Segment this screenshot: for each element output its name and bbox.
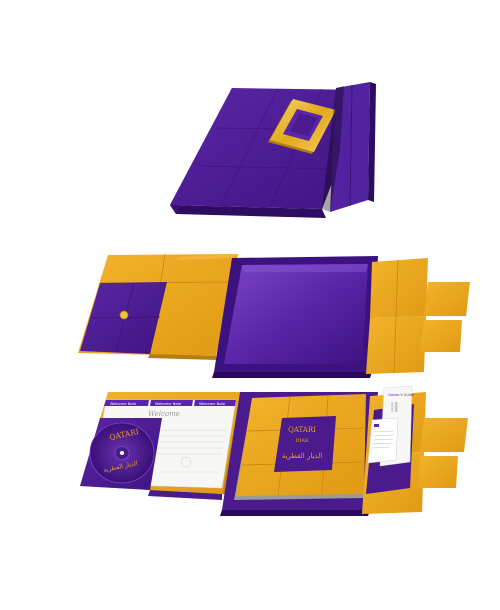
book-arabic-text: الديار القطرية [282,452,322,460]
cd-disc: QATARI الديار القطرية [89,422,155,484]
gold-seal-icon [119,310,129,320]
side-tab-upper-open [420,418,468,452]
book-emblem [274,416,336,472]
side-tab-lower-open [418,456,458,488]
booklet-tab-1-label: Welcome Note [110,402,137,406]
side-tab-upper [424,282,470,316]
closed-folder [170,82,376,218]
booklet-heading: Welcome [148,410,180,418]
booklet-tab-3-label: Welcome Note [199,402,226,406]
open-folder-contents: Welcome Note Welcome Note Welcome Note W… [80,385,468,516]
tray-lid [224,264,368,364]
open-folder-tray [78,253,470,378]
booklet-tab-2-label: Welcome Note [155,402,182,406]
product-photo-scene: Welcome Note Welcome Note Welcome Note W… [0,0,500,610]
gold-book: QATARI DIAR الديار القطرية [234,394,367,500]
side-tab-lower [420,320,462,352]
info-card [367,417,399,464]
book-wordmark-sub: DIAR [295,438,309,444]
book-wordmark: QATARI [288,426,316,434]
card-heading: Owner's Guide [388,393,415,397]
packaging-illustration: Welcome Note Welcome Note Welcome Note W… [78,82,470,516]
